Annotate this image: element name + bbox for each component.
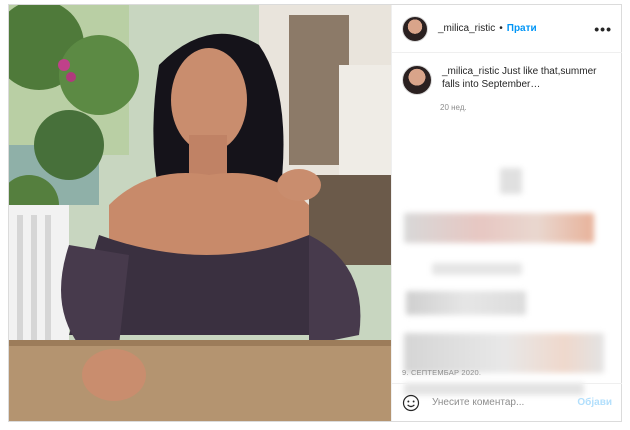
caption: _milica_ristic Just like that,summer fal… bbox=[402, 65, 612, 95]
comment-input[interactable] bbox=[430, 396, 578, 409]
caption-text: _milica_ristic Just like that,summer fal… bbox=[442, 65, 612, 95]
blurred-comment bbox=[432, 263, 522, 275]
blurred-comment bbox=[404, 213, 594, 243]
separator-dot: • bbox=[499, 23, 503, 34]
caption-avatar[interactable] bbox=[402, 65, 432, 95]
username-link[interactable]: _milica_ristic bbox=[438, 23, 495, 34]
post-comment-button[interactable]: Објави bbox=[577, 397, 612, 408]
comments-area: _milica_ristic Just like that,summer fal… bbox=[392, 53, 622, 395]
more-options-icon[interactable]: ••• bbox=[594, 21, 612, 37]
blurred-comment bbox=[406, 291, 526, 315]
instagram-post-card: _milica_ristic • Прати ••• _milica_risti… bbox=[8, 4, 622, 422]
post-header: _milica_ristic • Прати ••• bbox=[392, 5, 622, 53]
user-avatar[interactable] bbox=[402, 15, 428, 42]
emoji-icon[interactable] bbox=[402, 394, 420, 412]
caption-username[interactable]: _milica_ristic bbox=[442, 66, 499, 77]
comment-bar: Објави bbox=[392, 383, 622, 421]
blurred-comment bbox=[500, 168, 522, 194]
post-photo[interactable] bbox=[9, 5, 391, 421]
blurred-comment bbox=[404, 333, 604, 373]
caption-timestamp: 20 нед. bbox=[440, 103, 467, 112]
post-date: 9. СЕПТЕМБАР 2020. bbox=[402, 368, 482, 377]
post-photo-illustration bbox=[9, 5, 391, 421]
post-side-panel: _milica_ristic • Прати ••• _milica_risti… bbox=[391, 5, 622, 421]
follow-button[interactable]: Прати bbox=[507, 23, 537, 34]
